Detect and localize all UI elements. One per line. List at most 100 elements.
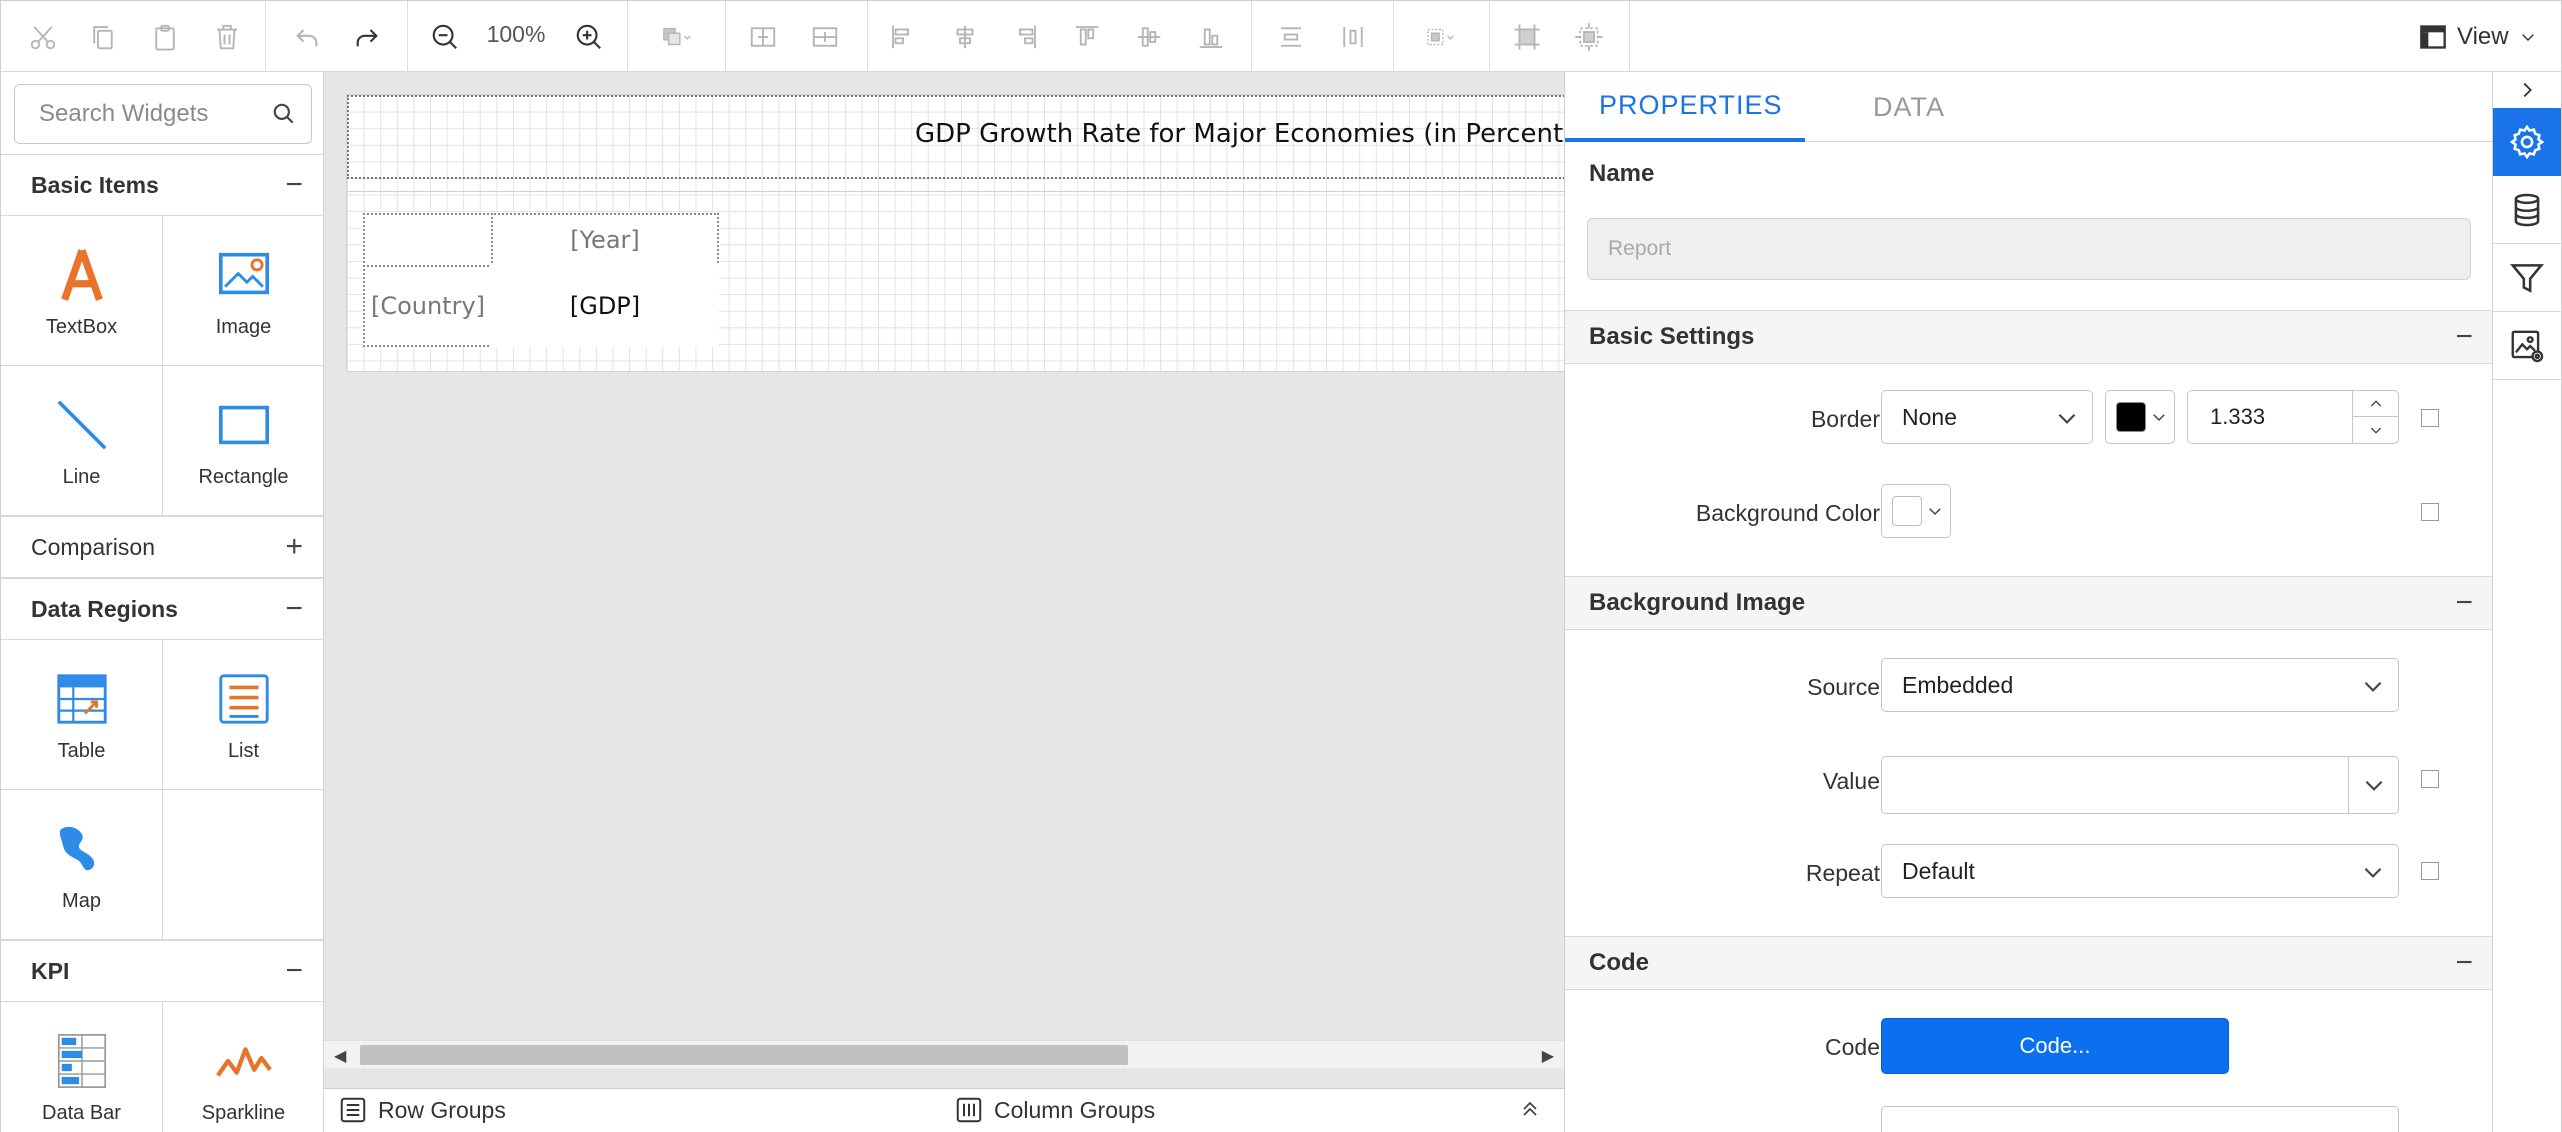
repeat-select[interactable]: Default xyxy=(1881,844,2399,898)
image-settings-icon[interactable] xyxy=(2493,312,2561,380)
repeat-checkbox[interactable] xyxy=(2421,862,2439,880)
section-comparison[interactable]: Comparison + xyxy=(1,516,323,578)
view-button[interactable]: View xyxy=(2419,17,2537,57)
collapse-icon[interactable]: − xyxy=(285,594,303,624)
tab-properties[interactable]: PROPERTIES xyxy=(1565,72,1805,142)
value-dropdown-button[interactable] xyxy=(2348,757,2398,813)
align-right-icon[interactable] xyxy=(1003,15,1047,59)
row-groups-button[interactable]: Row Groups xyxy=(338,1095,506,1125)
widget-table[interactable]: Table xyxy=(1,640,163,790)
widget-label: Rectangle xyxy=(198,466,289,488)
row-groups-icon xyxy=(340,1097,366,1123)
column-groups-button[interactable]: Column Groups xyxy=(954,1095,1155,1125)
copy-icon[interactable] xyxy=(81,15,125,59)
spin-up-icon[interactable] xyxy=(2353,391,2398,417)
value-checkbox[interactable] xyxy=(2421,770,2439,788)
align-top-icon[interactable] xyxy=(1065,15,1109,59)
next-property-field[interactable] xyxy=(1881,1106,2399,1132)
search-placeholder: Search Widgets xyxy=(39,100,209,127)
scroll-right-icon[interactable]: ▶ xyxy=(1542,1046,1554,1066)
border-style-select[interactable]: None xyxy=(1881,390,2093,444)
source-select[interactable]: Embedded xyxy=(1881,658,2399,712)
gear-icon[interactable] xyxy=(2493,108,2561,176)
tab-data[interactable]: DATA xyxy=(1805,72,2005,142)
border-width-input[interactable]: 1.333 xyxy=(2187,390,2399,444)
widget-map[interactable]: Map xyxy=(1,790,163,940)
collapse-icon[interactable]: − xyxy=(285,170,303,200)
spin-down-icon[interactable] xyxy=(2353,417,2398,443)
background-color-picker[interactable] xyxy=(1881,484,1951,538)
widget-sparkline[interactable]: Sparkline xyxy=(163,1002,323,1132)
size-all-icon[interactable] xyxy=(1567,15,1611,59)
report-body[interactable]: GDP Growth Rate for Major Economies (in … xyxy=(346,94,1564,372)
value-combobox[interactable] xyxy=(1881,756,2399,814)
chevron-down-icon xyxy=(2364,681,2382,692)
widget-label: Map xyxy=(62,890,101,912)
zoom-in-icon[interactable] xyxy=(567,15,611,59)
repeat-value: Default xyxy=(1902,857,1975,884)
distribute-h-icon[interactable] xyxy=(1269,15,1313,59)
collapse-icon[interactable]: − xyxy=(2455,588,2473,618)
widget-line[interactable]: Line xyxy=(1,366,163,516)
group-icon[interactable] xyxy=(1409,15,1473,59)
filter-icon[interactable] xyxy=(2493,244,2561,312)
widget-data-bar[interactable]: Data Bar xyxy=(1,1002,163,1132)
collapse-icon[interactable]: − xyxy=(285,956,303,986)
border-color-picker[interactable] xyxy=(2105,390,2175,444)
align-bottom-icon[interactable] xyxy=(1189,15,1233,59)
matrix-data-cell[interactable]: [GDP] xyxy=(491,265,719,347)
distribute-v-icon[interactable] xyxy=(1331,15,1375,59)
collapse-icon[interactable]: − xyxy=(2455,948,2473,978)
value-label: Value xyxy=(1822,768,1880,794)
widget-list[interactable]: List xyxy=(163,640,323,790)
widget-image[interactable]: Image xyxy=(163,216,323,366)
scrollbar-thumb[interactable] xyxy=(360,1045,1128,1065)
insert-row-icon[interactable] xyxy=(741,15,785,59)
undo-icon[interactable] xyxy=(285,15,329,59)
paste-icon[interactable] xyxy=(143,15,187,59)
section-data-regions[interactable]: Data Regions − xyxy=(1,578,323,640)
search-widgets-input[interactable]: Search Widgets xyxy=(14,84,312,144)
spin-buttons[interactable] xyxy=(2352,391,2398,443)
delete-icon[interactable] xyxy=(205,15,249,59)
widget-textbox[interactable]: TextBox xyxy=(1,216,163,366)
align-middle-icon[interactable] xyxy=(1127,15,1171,59)
widget-label: Line xyxy=(62,466,101,488)
chevron-right-icon[interactable] xyxy=(2493,72,2561,108)
matrix-corner-cell[interactable] xyxy=(363,213,493,267)
design-canvas[interactable]: GDP Growth Rate for Major Economies (in … xyxy=(324,72,1564,1088)
widget-label: Image xyxy=(215,316,272,338)
cut-icon[interactable] xyxy=(21,15,65,59)
chevron-double-up-icon[interactable] xyxy=(1518,1097,1542,1121)
background-color-checkbox[interactable] xyxy=(2421,503,2439,521)
widget-label: List xyxy=(227,740,260,762)
section-kpi[interactable]: KPI − xyxy=(1,940,323,1002)
matrix-row-header[interactable]: [Country] xyxy=(363,265,493,347)
align-center-icon[interactable] xyxy=(943,15,987,59)
border-checkbox[interactable] xyxy=(2421,409,2439,427)
section-code[interactable]: Code − xyxy=(1565,936,2492,990)
widget-label: TextBox xyxy=(45,316,118,338)
widget-rectangle[interactable]: Rectangle xyxy=(163,366,323,516)
section-basic-settings[interactable]: Basic Settings − xyxy=(1565,310,2492,364)
collapse-icon[interactable]: − xyxy=(2455,322,2473,352)
insert-col-icon[interactable] xyxy=(803,15,847,59)
textbox-icon xyxy=(60,249,103,301)
horizontal-scrollbar[interactable]: ◀ ▶ xyxy=(324,1040,1564,1068)
redo-icon[interactable] xyxy=(345,15,389,59)
scroll-left-icon[interactable]: ◀ xyxy=(334,1046,346,1066)
code-button[interactable]: Code... xyxy=(1881,1018,2229,1074)
report-title[interactable]: GDP Growth Rate for Major Economies (in … xyxy=(915,119,1564,149)
zoom-out-icon[interactable] xyxy=(423,15,467,59)
matrix-column-header[interactable]: [Year] xyxy=(491,213,719,267)
name-field[interactable]: Report xyxy=(1587,218,2471,280)
arrange-icon[interactable] xyxy=(645,15,709,59)
code-label: Code xyxy=(1825,1034,1880,1060)
section-basic-items[interactable]: Basic Items − xyxy=(1,154,323,216)
section-background-image[interactable]: Background Image − xyxy=(1565,576,2492,630)
align-left-icon[interactable] xyxy=(881,15,925,59)
size-fit-icon[interactable] xyxy=(1505,15,1549,59)
expand-icon[interactable]: + xyxy=(285,532,303,562)
line-icon xyxy=(57,400,106,450)
database-icon[interactable] xyxy=(2493,176,2561,244)
